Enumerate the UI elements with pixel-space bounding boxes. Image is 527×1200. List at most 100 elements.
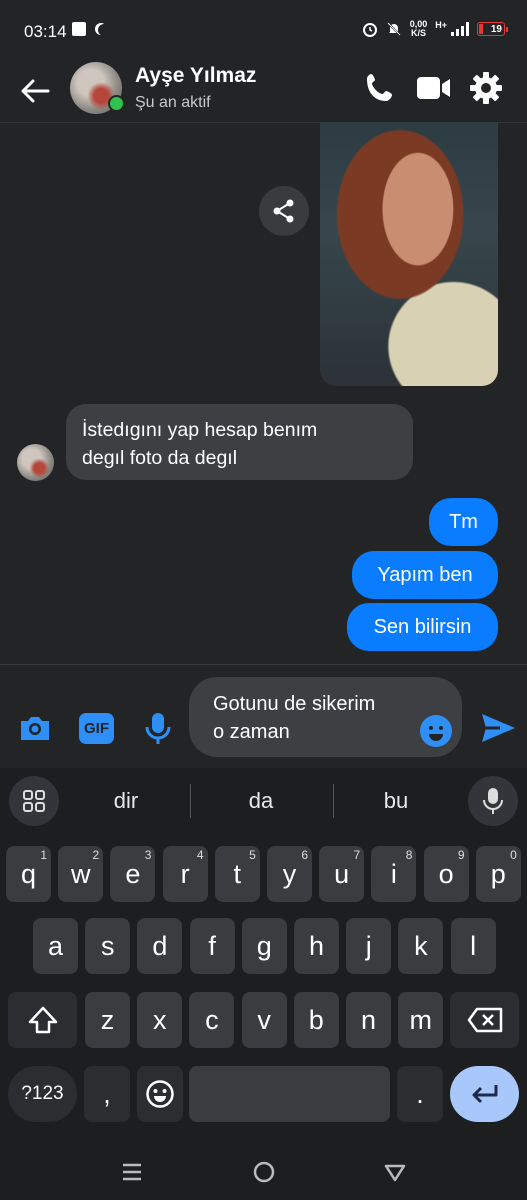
back-nav-icon[interactable] <box>383 1160 407 1184</box>
letter-key[interactable]: x <box>137 992 183 1048</box>
suggestion-word[interactable]: bu <box>346 788 446 814</box>
letter-key[interactable]: g <box>241 918 287 974</box>
letter-key[interactable]: e3 <box>110 846 156 902</box>
status-right-group: 0,00 K/S H+ 19 <box>362 20 508 38</box>
key-hint: 2 <box>92 848 100 862</box>
key-label: m <box>409 1004 432 1035</box>
symbols-key[interactable]: ?123 <box>8 1066 77 1122</box>
key-label: a <box>47 930 64 961</box>
smiley-icon <box>146 1080 174 1108</box>
outgoing-message[interactable]: Sen bilirsin <box>347 603 498 651</box>
status-bar: 03:14 0,00 K/S H+ 19 <box>0 0 527 62</box>
comma-key[interactable]: , <box>84 1066 130 1122</box>
key-label: s <box>100 930 115 961</box>
back-arrow-icon[interactable] <box>18 74 52 108</box>
status-time: 03:14 <box>24 22 67 41</box>
backspace-key[interactable] <box>450 992 519 1048</box>
period-key[interactable]: . <box>397 1066 443 1122</box>
suggestion-separator <box>333 784 334 818</box>
incoming-message[interactable]: İstedıgını yap hesap benım degıl foto da… <box>66 404 413 480</box>
key-label: o <box>438 858 454 889</box>
settings-gear-icon[interactable] <box>468 70 504 106</box>
letter-key[interactable]: d <box>137 918 183 974</box>
letter-key[interactable]: h <box>294 918 339 974</box>
voice-input-button[interactable] <box>468 776 518 826</box>
space-key[interactable] <box>189 1066 390 1122</box>
key-label: i <box>390 858 397 889</box>
letter-key[interactable]: p0 <box>475 846 521 902</box>
camera-icon[interactable] <box>17 710 53 746</box>
letter-key[interactable]: m <box>398 992 444 1048</box>
letter-key[interactable]: i8 <box>371 846 417 902</box>
shift-icon <box>28 1006 57 1034</box>
key-hint: 0 <box>510 848 517 862</box>
message-input[interactable]: Gotunu de sikerim o zaman <box>189 677 462 757</box>
chat-header: Ayşe Yılmaz Şu an aktif <box>0 62 527 123</box>
do-not-disturb-icon <box>98 24 110 36</box>
shift-key[interactable] <box>8 992 77 1048</box>
letter-key[interactable]: w2 <box>58 846 104 902</box>
video-call-icon[interactable] <box>415 70 451 106</box>
key-hint: 7 <box>353 848 361 862</box>
enter-key[interactable] <box>450 1066 519 1122</box>
letter-key[interactable]: o9 <box>423 846 469 902</box>
key-label: j <box>365 930 372 961</box>
key-label: y <box>282 858 297 889</box>
gif-button[interactable]: GIF <box>79 713 114 744</box>
letter-key[interactable]: q1 <box>6 846 51 902</box>
recent-apps-icon[interactable] <box>120 1160 144 1184</box>
key-label: u <box>334 858 350 889</box>
letter-key[interactable]: r4 <box>162 846 208 902</box>
net-speed-unit: K/S <box>410 28 426 38</box>
letter-key[interactable]: t5 <box>214 846 260 902</box>
letter-key[interactable]: v <box>241 992 287 1048</box>
key-label: b <box>308 1004 324 1035</box>
letter-key[interactable]: c <box>189 992 235 1048</box>
key-label: e <box>125 858 141 889</box>
net-speed: 0,00 K/S <box>410 20 428 38</box>
letter-key[interactable]: z <box>85 992 130 1048</box>
notification-app-icon <box>72 22 86 36</box>
letter-key[interactable]: j <box>346 918 392 974</box>
key-hint: 4 <box>196 848 204 862</box>
online-indicator <box>108 95 125 112</box>
letter-key[interactable]: f <box>189 918 235 974</box>
letter-key[interactable]: l <box>450 918 496 974</box>
message-line: İstedıgını yap hesap benım <box>82 419 318 441</box>
key-label: p <box>490 858 506 889</box>
letter-key[interactable]: y6 <box>267 846 312 902</box>
emoji-icon[interactable] <box>419 714 453 748</box>
key-hint: 5 <box>249 848 256 862</box>
microphone-icon[interactable] <box>140 710 176 746</box>
contact-name[interactable]: Ayşe Yılmaz <box>135 64 256 88</box>
outgoing-message[interactable]: Yapım ben <box>352 551 498 599</box>
letter-key[interactable]: a <box>33 918 78 974</box>
emoji-key[interactable] <box>137 1066 183 1122</box>
message-sender-avatar <box>17 444 54 481</box>
suggestion-separator <box>190 784 191 818</box>
key-hint: 9 <box>457 848 465 862</box>
letter-key[interactable]: k <box>398 918 444 974</box>
key-label: c <box>205 1004 219 1035</box>
key-label: l <box>470 930 477 961</box>
key-label: q <box>20 858 37 889</box>
keyboard-menu-button[interactable] <box>9 776 59 826</box>
key-label: t <box>233 858 242 889</box>
signal-icon <box>451 22 469 36</box>
suggestion-bar: dir da bu <box>0 768 527 834</box>
message-line: degıl foto da degıl <box>82 447 238 469</box>
letter-key[interactable]: b <box>293 992 339 1048</box>
key-label: v <box>257 1004 271 1035</box>
suggestion-word[interactable]: dir <box>76 788 176 814</box>
letter-key[interactable]: s <box>85 918 131 974</box>
share-button[interactable] <box>259 186 309 236</box>
letter-key[interactable]: n <box>346 992 391 1048</box>
home-icon[interactable] <box>252 1160 276 1184</box>
letter-key[interactable]: u7 <box>319 846 365 902</box>
phone-call-icon[interactable] <box>362 70 398 106</box>
outgoing-message[interactable]: Tm <box>429 498 498 546</box>
network-type: H+ <box>435 20 447 30</box>
shared-photo[interactable] <box>320 122 498 386</box>
send-icon[interactable] <box>479 709 517 747</box>
suggestion-word[interactable]: da <box>211 788 311 814</box>
